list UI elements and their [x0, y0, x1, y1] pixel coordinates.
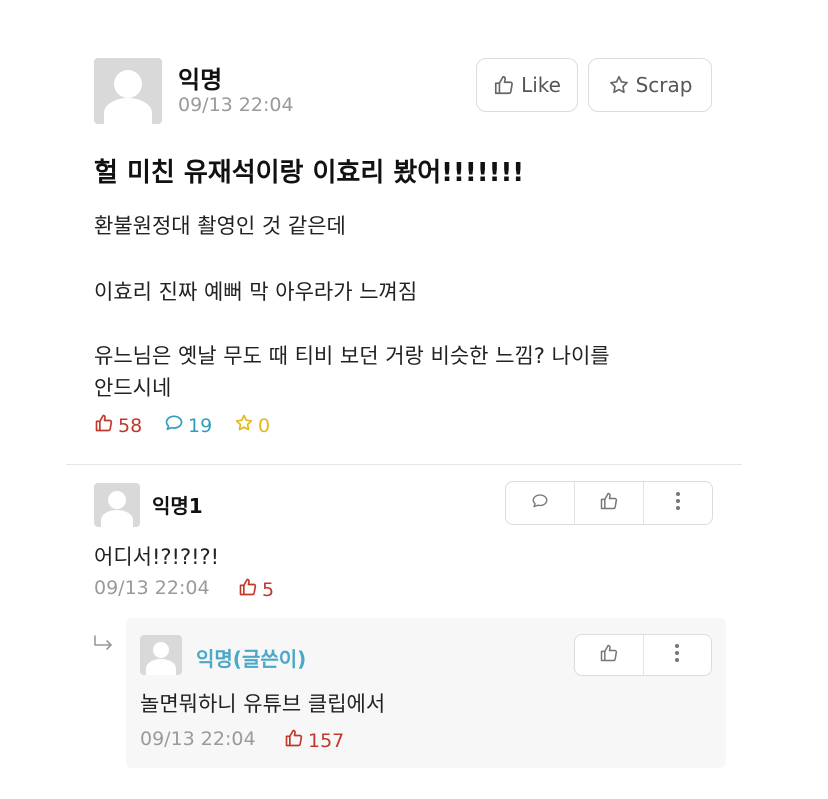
post-time: 09/13 22:04: [178, 94, 294, 116]
comment-time: 09/13 22:04: [94, 577, 210, 599]
thumbs-up-icon: [94, 413, 114, 438]
like-button[interactable]: Like: [476, 58, 578, 112]
reply-container: 익명(글쓴이) 놀면뭐하니 유튜브 클립에서 09/13 22:04 157: [126, 618, 726, 768]
comment-count: 19: [188, 414, 213, 437]
scrap-button[interactable]: Scrap: [588, 58, 712, 112]
post-body-line-2: 이효리 진짜 예뻐 막 아우라가 느껴짐: [94, 280, 418, 304]
comment-action-group: [505, 481, 713, 525]
scrap-label: Scrap: [635, 73, 693, 97]
thumbs-up-icon: [284, 728, 304, 753]
post-title: 헐 미친 유재석이랑 이효리 봤어!!!!!!!: [94, 158, 525, 188]
comment-author: 익명1: [152, 494, 203, 518]
star-icon: [234, 413, 254, 438]
comment-reply-button[interactable]: [506, 482, 574, 524]
thumbs-up-icon: [238, 577, 258, 602]
post-comment-count: 19: [164, 413, 212, 438]
post-body-line-4: 안드시네: [94, 376, 172, 400]
comment-like-button[interactable]: [574, 482, 643, 524]
comment-text: 어디서!?!?!?!: [94, 545, 220, 569]
reply-like-count: 157: [284, 728, 344, 753]
more-vertical-icon: [675, 491, 681, 515]
like-label: Like: [521, 73, 561, 97]
reply-author: 익명(글쓴이): [196, 647, 307, 671]
avatar[interactable]: [94, 483, 140, 527]
like-count: 157: [308, 729, 345, 752]
comment-like-count: 5: [238, 577, 274, 602]
post-body-line-3: 유느님은 옛날 무도 때 티비 보던 거랑 비슷한 느낌? 나이를: [94, 344, 610, 368]
avatar[interactable]: [140, 635, 182, 675]
reply-action-group: [574, 634, 712, 676]
like-count: 5: [262, 578, 275, 601]
comment-icon: [531, 492, 549, 514]
comment-icon: [164, 413, 184, 438]
post-like-count: 58: [94, 413, 142, 438]
like-count: 58: [118, 414, 143, 437]
thumbs-up-icon: [493, 74, 515, 96]
thumbs-up-icon: [599, 491, 619, 515]
reply-like-button[interactable]: [575, 635, 643, 675]
reply-arrow-icon: [92, 634, 118, 660]
reply-more-button[interactable]: [642, 635, 712, 675]
scrap-count: 0: [258, 414, 271, 437]
thumbs-up-icon: [599, 643, 619, 667]
comment-more-button[interactable]: [643, 482, 712, 524]
post-body-line-1: 환불원정대 촬영인 것 같은데: [94, 214, 346, 238]
post-author: 익명: [178, 66, 223, 94]
divider: [66, 464, 742, 465]
reply-text: 놀면뭐하니 유튜브 클립에서: [140, 692, 386, 716]
star-icon: [608, 74, 630, 96]
reply-time: 09/13 22:04: [140, 728, 256, 750]
more-vertical-icon: [674, 643, 680, 667]
post-scrap-count: 0: [234, 413, 270, 438]
avatar[interactable]: [94, 58, 162, 124]
